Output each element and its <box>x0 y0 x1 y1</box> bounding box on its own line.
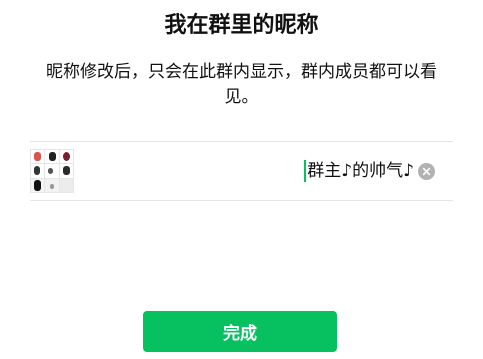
group-avatar-icon <box>30 149 74 193</box>
avatar-tile <box>31 164 45 178</box>
nickname-value: 群主♪的帅气♪ <box>307 161 414 181</box>
text-cursor <box>304 160 307 182</box>
avatar-tile <box>59 178 73 192</box>
done-button[interactable]: 完成 <box>143 311 337 352</box>
avatar-tile <box>45 164 59 178</box>
description-text: 昵称修改后，只会在此群内显示，群内成员都可以看见。 <box>46 62 437 107</box>
nickname-row: 群主♪的帅气♪ <box>30 142 453 200</box>
avatar-tile <box>45 178 59 192</box>
avatar-tile <box>59 164 73 178</box>
avatar-tile <box>45 150 59 164</box>
page-title: 我在群里的昵称 <box>164 13 319 38</box>
divider-bottom <box>30 200 453 201</box>
nickname-input[interactable]: 群主♪的帅气♪ <box>74 156 414 186</box>
avatar-tile <box>31 150 45 164</box>
clear-circle-icon[interactable] <box>418 162 435 180</box>
avatar-tile <box>59 150 73 164</box>
avatar-tile <box>31 178 45 192</box>
